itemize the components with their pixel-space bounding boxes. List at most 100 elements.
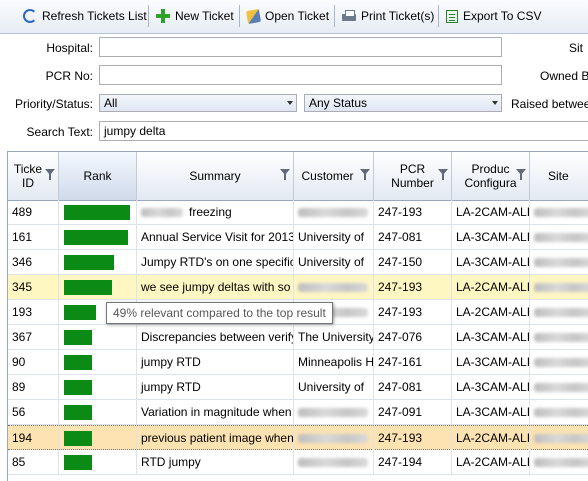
- rank-cell: [59, 375, 137, 399]
- table-row[interactable]: 85 RTD jumpy 247-194 LA-2CAM-ALI: [8, 450, 588, 475]
- filter-icon[interactable]: [280, 169, 290, 180]
- new-ticket-button[interactable]: New Ticket: [155, 6, 234, 26]
- customer-cell: [294, 426, 374, 450]
- table-row[interactable]: 194 previous patient image when 247-193 LA-…: [8, 425, 588, 450]
- id-cell: 56: [8, 400, 59, 424]
- table-row[interactable]: 489 freezing 247-193 LA-2CAM-ALI: [8, 200, 588, 225]
- redacted-text: [298, 434, 368, 444]
- filter-icon[interactable]: [45, 169, 55, 180]
- customer-cell: The University: [294, 325, 374, 349]
- chevron-down-icon: [492, 101, 498, 105]
- redacted-text: [534, 333, 588, 343]
- redacted-text: [141, 208, 183, 218]
- print-tickets-button[interactable]: Print Ticket(s): [341, 6, 434, 26]
- pcr-cell: 247-194: [374, 450, 452, 474]
- header-pcr-label: PCR Number: [391, 162, 434, 190]
- product-cell: LA-3CAM-ALI: [452, 400, 530, 424]
- owned-by-label: Owned B: [540, 69, 588, 83]
- id-cell: 367: [8, 325, 59, 349]
- rank-bar: [64, 205, 130, 220]
- hospital-input[interactable]: [99, 37, 502, 57]
- rank-bar: [64, 431, 92, 446]
- site-cell: [530, 350, 588, 374]
- table-row[interactable]: 346 Jumpy RTD's on one specific University…: [8, 250, 588, 275]
- customer-cell: [294, 400, 374, 424]
- header-summary-label: Summary: [189, 169, 241, 183]
- redacted-text: [534, 233, 588, 243]
- filter-icon[interactable]: [438, 169, 448, 180]
- table-row[interactable]: 367 Discrepancies between verify The Unive…: [8, 325, 588, 350]
- redacted-text: [298, 208, 368, 218]
- site-cell: [530, 275, 588, 299]
- printer-icon: [341, 8, 357, 24]
- site-cell: [530, 400, 588, 424]
- table-row[interactable]: 345 we see jumpy deltas with so 247-193 LA-…: [8, 275, 588, 300]
- product-cell: LA-2CAM-ALI: [452, 200, 530, 224]
- search-text-input[interactable]: jumpy delta: [99, 121, 588, 141]
- summary-cell: Discrepancies between verify: [137, 325, 294, 349]
- raised-between-label: Raised betwee: [511, 97, 588, 111]
- product-cell: LA-3CAM-ALI: [452, 250, 530, 274]
- header-rank[interactable]: Rank: [59, 152, 137, 200]
- table-row[interactable]: 161 Annual Service Visit for 2013 Universi…: [8, 225, 588, 250]
- customer-cell: University of: [294, 225, 374, 249]
- refresh-tickets-button[interactable]: Refresh Tickets List: [22, 6, 147, 26]
- status-select[interactable]: Any Status: [304, 94, 502, 112]
- export-csv-button[interactable]: Export To CSV: [445, 6, 541, 26]
- customer-cell: University of: [294, 250, 374, 274]
- refresh-tickets-label: Refresh Tickets List: [42, 9, 147, 23]
- site-cell: [530, 450, 588, 474]
- redacted-text: [534, 408, 588, 418]
- summary-cell: freezing: [137, 200, 294, 224]
- header-product-label: Produc Configura: [464, 162, 517, 190]
- header-summary[interactable]: Summary: [137, 152, 294, 200]
- chevron-down-icon: [287, 101, 293, 105]
- site-label: Sit: [569, 41, 584, 55]
- priority-select[interactable]: All: [99, 94, 297, 112]
- redacted-text: [534, 383, 588, 393]
- product-cell: LA-2CAM-ALI: [452, 300, 530, 324]
- rank-cell: [59, 225, 137, 249]
- toolbar-separator: [148, 5, 149, 27]
- open-ticket-button[interactable]: Open Ticket: [245, 6, 329, 26]
- customer-cell: Minneapolis H: [294, 350, 374, 374]
- toolbar: Refresh Tickets List New Ticket Open Tic…: [0, 0, 588, 34]
- pcr-cell: 247-091: [374, 400, 452, 424]
- summary-cell: Variation in magnitude when: [137, 400, 294, 424]
- id-cell: 193: [8, 300, 59, 324]
- id-cell: 194: [8, 426, 59, 450]
- summary-cell: Jumpy RTD's on one specific: [137, 250, 294, 274]
- table-row[interactable]: 90 jumpy RTD Minneapolis H 247-161 LA-3CAM-A…: [8, 350, 588, 375]
- toolbar-separator: [334, 5, 335, 27]
- refresh-icon: [23, 9, 37, 23]
- rank-bar: [64, 330, 92, 345]
- header-rank-label: Rank: [83, 169, 112, 183]
- site-cell: [530, 250, 588, 274]
- header-product-config[interactable]: Produc Configura: [452, 152, 530, 200]
- pcr-input[interactable]: [99, 65, 502, 85]
- rank-bar: [64, 280, 112, 295]
- pcr-cell: 247-076: [374, 325, 452, 349]
- header-customer[interactable]: Customer: [294, 152, 374, 200]
- header-site[interactable]: Site: [530, 152, 588, 200]
- table-row[interactable]: 89 jumpy RTD University of 247-081 LA-3CAM-A…: [8, 375, 588, 400]
- priority-value: All: [104, 96, 118, 110]
- site-cell: [530, 325, 588, 349]
- rank-bar: [64, 255, 114, 270]
- header-site-label: Site: [548, 169, 569, 183]
- new-ticket-label: New Ticket: [175, 9, 234, 23]
- rank-cell: [59, 275, 137, 299]
- product-cell: LA-3CAM-ALI: [452, 350, 530, 374]
- id-cell: 161: [8, 225, 59, 249]
- toolbar-separator: [438, 5, 439, 27]
- product-cell: LA-2CAM-ALI: [452, 450, 530, 474]
- header-pcr-number[interactable]: PCR Number: [374, 152, 452, 200]
- table-row[interactable]: 56 Variation in magnitude when 247-091 LA-3…: [8, 400, 588, 425]
- redacted-text: [534, 283, 588, 293]
- pcr-cell: 247-150: [374, 250, 452, 274]
- filter-icon[interactable]: [360, 169, 370, 180]
- header-ticket-id[interactable]: Ticke ID: [8, 152, 59, 200]
- pcr-cell: 247-161: [374, 350, 452, 374]
- search-text-label: Search Text:: [26, 125, 93, 139]
- filter-icon[interactable]: [516, 169, 526, 180]
